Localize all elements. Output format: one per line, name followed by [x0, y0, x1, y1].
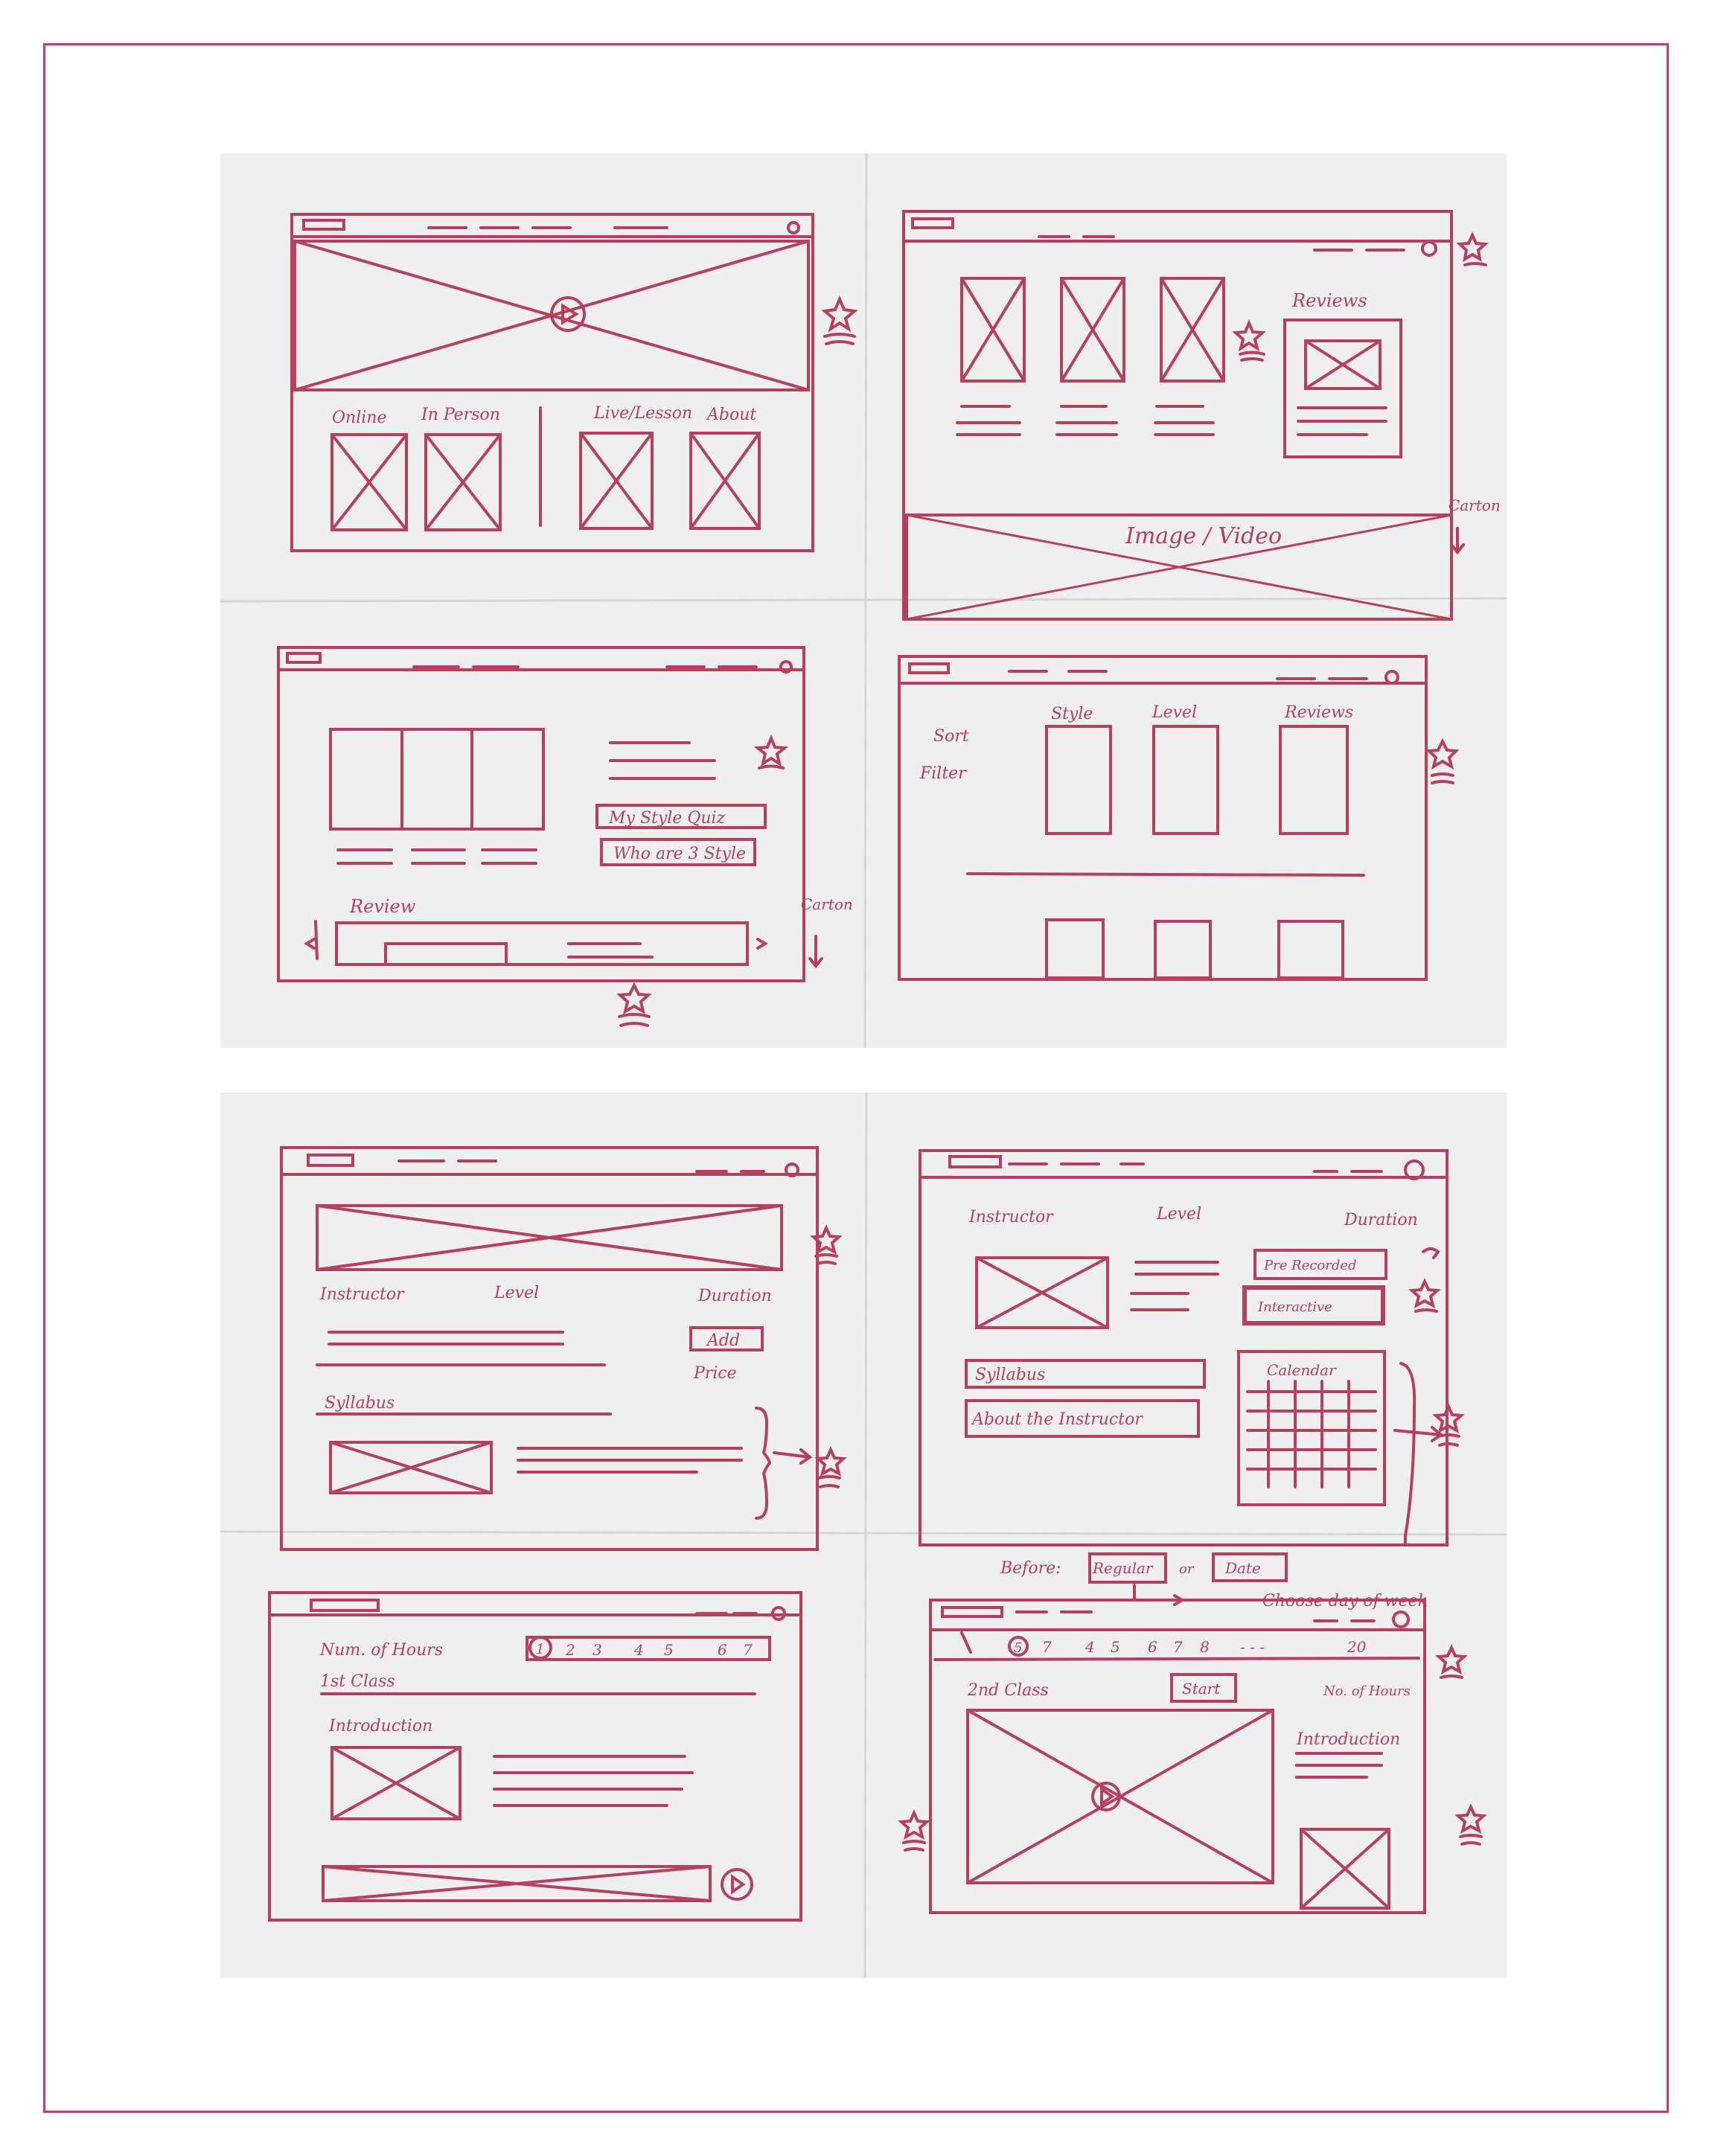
sketch-7-class: 1st Class	[320, 1672, 395, 1691]
sketch-8-page-6: 6	[1148, 1638, 1157, 1656]
sketch-drawings-bottom: Instructor Level Duration Add Price Syll…	[220, 1093, 1507, 1978]
sketch-sheet-top: Online In Person Live/Lesson About Revie…	[220, 153, 1507, 1048]
sketch-2-listing	[902, 210, 1489, 621]
sketch-1-label-live: Live/Lesson	[593, 404, 692, 423]
sketch-4-col-reviews: Reviews	[1284, 703, 1353, 722]
sketch-4-sort: Sort	[933, 727, 969, 746]
sketch-6-label-instructor: Instructor	[968, 1208, 1054, 1226]
sketch-5-price: Price	[693, 1364, 737, 1383]
sketch-7-hour-4: 4	[633, 1641, 644, 1659]
sketch-4-filter: Filter	[919, 764, 967, 783]
sketch-1-label-in-person: In Person	[421, 406, 500, 424]
sketch-6-before: Before:	[1000, 1559, 1061, 1578]
sketch-5-course	[280, 1146, 847, 1551]
sketch-7-intro: Introduction	[328, 1717, 432, 1736]
sketch-5-label-instructor: Instructor	[319, 1285, 405, 1304]
sketch-6-label-level: Level	[1156, 1205, 1201, 1223]
sketch-6-choose-note: Choose day of week	[1262, 1592, 1428, 1610]
sketch-5-label-level: Level	[494, 1284, 539, 1302]
sketch-6-about: About the Instructor	[971, 1410, 1143, 1429]
sketch-3-review: Review	[349, 896, 416, 917]
sketch-8-page-current: 5	[1014, 1640, 1022, 1656]
sketch-8-page-8: 8	[1200, 1638, 1210, 1656]
sketch-sheet-bottom: Instructor Level Duration Add Price Syll…	[220, 1093, 1507, 1978]
sketch-6-calendar: Calendar	[1267, 1361, 1337, 1379]
sketch-6-regular: Regular	[1092, 1559, 1154, 1577]
sketch-7-hour-2: 2	[565, 1641, 575, 1659]
sketch-7-hour-7: 7	[743, 1641, 753, 1659]
sketch-7-hours-label: Num. of Hours	[319, 1641, 443, 1660]
sketch-3-product	[277, 646, 823, 1027]
sketch-1-home	[290, 213, 858, 552]
sketch-3-who-button: Who are 3 Style	[613, 845, 746, 863]
sketch-7-hour-3: 3	[593, 1641, 602, 1659]
sketch-8-page-7: 7	[1042, 1638, 1052, 1656]
sketch-5-syllabus: Syllabus	[325, 1394, 395, 1413]
sketch-8-intro: Introduction	[1296, 1730, 1400, 1749]
sketch-6-syllabus: Syllabus	[975, 1366, 1045, 1384]
sketch-2-footer: Image / Video	[1125, 523, 1282, 549]
sketch-7-hour-1: 1	[536, 1642, 544, 1657]
sketch-6-interactive: Interactive	[1257, 1299, 1332, 1315]
sketch-4-col-style: Style	[1051, 705, 1093, 723]
sketch-6-or: or	[1179, 1561, 1195, 1577]
sketch-6-label-duration: Duration	[1344, 1211, 1418, 1229]
sketch-3-quiz-button: My Style Quiz	[608, 809, 726, 828]
sketch-4-col-level: Level	[1152, 703, 1197, 722]
sketch-8-hours-note: No. of Hours	[1323, 1683, 1411, 1699]
sketch-8-page-ellipsis: - - -	[1240, 1638, 1265, 1656]
sketch-6-pre-recorded: Pre Recorded	[1263, 1258, 1357, 1273]
sketch-8-start-button: Start	[1182, 1680, 1221, 1698]
sketch-drawings-top: Online In Person Live/Lesson About Revie…	[220, 153, 1507, 1048]
sketch-8-page-4: 4	[1085, 1638, 1095, 1656]
sketch-2-side-note: Carton	[1449, 496, 1501, 514]
sketch-5-add-button: Add	[706, 1331, 740, 1350]
sketch-7-hour-6: 6	[718, 1641, 727, 1659]
sketch-1-label-about: About	[706, 406, 756, 424]
sketch-8-class: 2nd Class	[967, 1681, 1049, 1700]
sketch-6-date: Date	[1224, 1559, 1261, 1577]
sketch-8-page-5: 5	[1111, 1638, 1120, 1656]
sketch-8-page-7b: 7	[1173, 1638, 1183, 1656]
sketch-5-label-duration: Duration	[697, 1287, 772, 1305]
sketch-1-thumbnails	[330, 432, 761, 531]
sketch-1-label-online: Online	[332, 409, 386, 427]
sketch-3-side-note: Carton	[801, 895, 853, 913]
sketch-2-reviews: Reviews	[1291, 290, 1367, 311]
sketch-8-player	[898, 1599, 1487, 1914]
sketch-7-hour-5: 5	[664, 1641, 674, 1659]
sketch-8-page-20: 20	[1347, 1638, 1367, 1656]
